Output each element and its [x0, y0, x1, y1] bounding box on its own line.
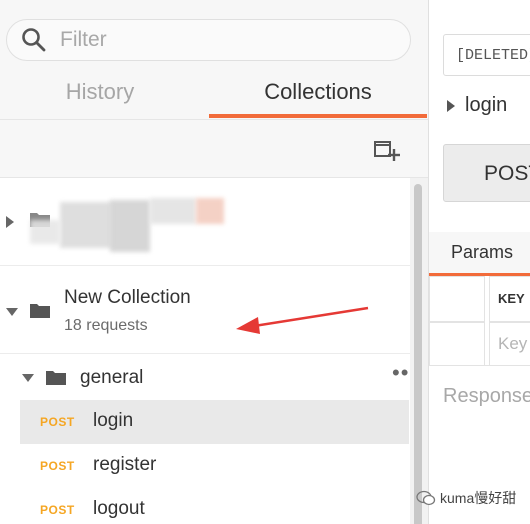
sidebar-tabs: History Collections	[0, 70, 428, 120]
response-label: Response	[443, 385, 530, 407]
folder-icon	[46, 371, 66, 385]
scrollbar-thumb[interactable]	[414, 184, 422, 524]
request-method: POST	[40, 415, 75, 429]
divider	[429, 365, 530, 366]
more-options-icon[interactable]: •••	[392, 360, 410, 386]
sidebar: History Collections	[0, 0, 428, 524]
method-selector[interactable]: POST	[443, 144, 530, 202]
search-box[interactable]	[6, 19, 411, 61]
search-icon	[22, 28, 46, 52]
request-item[interactable]: POST login	[20, 400, 409, 444]
column-header-key: KEY	[489, 276, 530, 322]
request-item[interactable]: POST logout	[20, 488, 409, 524]
collections-list: New Collection 18 requests general ••• P…	[0, 178, 410, 524]
chevron-right-icon[interactable]	[447, 99, 455, 112]
params-table: KEY Key	[429, 276, 530, 366]
chevron-down-icon[interactable]	[22, 374, 34, 382]
request-title-text: login	[465, 94, 508, 116]
request-title[interactable]: login	[447, 94, 507, 117]
row-checkbox-cell[interactable]	[429, 276, 485, 322]
tab-collections[interactable]: Collections	[209, 70, 427, 118]
collections-toolbar	[0, 120, 428, 178]
chevron-right-icon[interactable]	[6, 216, 14, 228]
annotation-arrow-icon	[236, 306, 369, 334]
blurred-redaction	[196, 198, 224, 224]
new-collection-icon[interactable]	[373, 137, 401, 163]
wechat-icon	[416, 490, 436, 506]
environment-selector[interactable]: [DELETED]	[443, 34, 530, 76]
collection-name: New Collection	[64, 287, 191, 308]
tab-history[interactable]: History	[0, 70, 200, 118]
blurred-redaction	[150, 198, 196, 224]
tab-collections-label: Collections	[264, 79, 372, 104]
active-tab-indicator	[209, 114, 427, 118]
watermark: kuma慢好甜	[416, 488, 516, 508]
tab-params[interactable]: Params	[429, 232, 530, 276]
request-item[interactable]: POST register	[20, 444, 409, 488]
key-input[interactable]: Key	[489, 322, 530, 366]
request-name: register	[93, 454, 157, 475]
request-pane: [DELETED] login POST Params KEY Key Resp…	[428, 0, 530, 524]
request-name: login	[93, 410, 134, 431]
folder-name: general	[80, 367, 144, 388]
chevron-down-icon[interactable]	[6, 308, 18, 316]
blurred-redaction	[110, 200, 150, 252]
folder-row[interactable]: general •••	[20, 356, 410, 398]
blurred-redaction	[30, 220, 60, 244]
search-input[interactable]	[60, 28, 380, 52]
folder-icon	[30, 304, 50, 318]
collection-request-count: 18 requests	[64, 317, 148, 334]
row-checkbox-cell[interactable]	[429, 322, 485, 366]
request-method: POST	[40, 459, 75, 473]
blurred-redaction	[60, 202, 112, 248]
request-name: logout	[93, 498, 145, 519]
collection-row-obscured[interactable]	[0, 178, 410, 266]
watermark-text: kuma慢好甜	[440, 490, 517, 506]
request-method: POST	[40, 503, 75, 517]
scrollbar[interactable]	[410, 178, 428, 524]
